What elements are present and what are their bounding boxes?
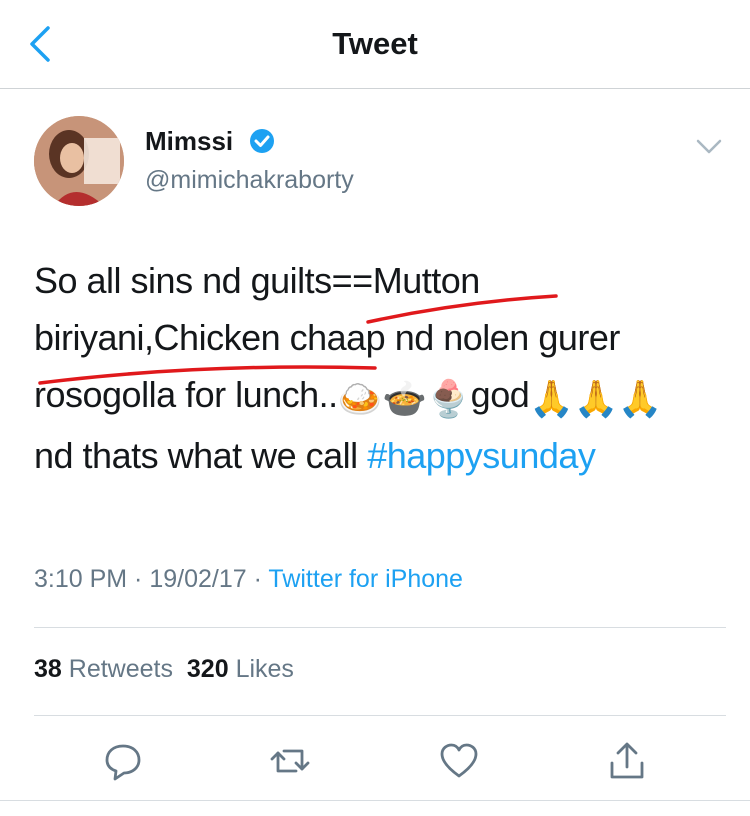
tweet-line-4: nd thats what we call #happysunday	[34, 427, 724, 484]
tweet-line-4-text: nd thats what we call	[34, 435, 368, 476]
like-heart-icon[interactable]	[439, 741, 479, 781]
retweet-count[interactable]: 38	[34, 655, 62, 683]
divider	[34, 715, 726, 716]
tweet-text: So all sins nd guilts==Mutton biriyani,C…	[34, 252, 724, 484]
tweet-time: 3:10 PM	[34, 565, 128, 593]
divider	[34, 627, 726, 628]
share-icon[interactable]	[607, 741, 647, 781]
tweet-date: 19/02/17	[149, 565, 247, 593]
tweet-stats: 38 Retweets 320 Likes	[34, 655, 294, 684]
folded-hands-emojis: 🙏🙏🙏	[529, 378, 663, 419]
hashtag-link[interactable]: #happysunday	[367, 435, 596, 476]
user-handle[interactable]: @mimichakraborty	[145, 166, 354, 195]
display-name[interactable]: Mimssi	[145, 126, 233, 157]
tweet-line-3-text: rosogolla for lunch..	[34, 374, 338, 415]
meta-separator: ·	[127, 565, 150, 593]
navigation-bar: Tweet	[0, 0, 750, 89]
verified-badge-icon	[250, 129, 274, 153]
divider	[0, 800, 750, 801]
reply-icon[interactable]	[103, 741, 143, 781]
meta-separator: ·	[246, 565, 269, 593]
avatar[interactable]	[34, 116, 124, 206]
action-bar	[0, 735, 750, 785]
tweet-line-3-after: god	[470, 374, 530, 415]
food-emojis: 🍛🍲🍨	[337, 378, 471, 419]
page-title: Tweet	[332, 26, 418, 61]
tweet-meta: 3:10 PM · 19/02/17 · Twitter for iPhone	[34, 565, 463, 594]
tweet-line-3: rosogolla for lunch..🍛🍲🍨god🙏🙏🙏	[34, 366, 724, 427]
retweets-label[interactable]: Retweets	[69, 655, 173, 683]
likes-label[interactable]: Likes	[236, 655, 294, 683]
tweet-line-1: So all sins nd guilts==Mutton	[34, 260, 480, 301]
like-count[interactable]: 320	[187, 655, 229, 683]
retweet-icon[interactable]	[270, 741, 310, 781]
chevron-down-icon[interactable]	[696, 138, 722, 156]
tweet-source-link[interactable]: Twitter for iPhone	[268, 565, 463, 593]
tweet-line-2: biriyani,Chicken chaap nd nolen gurer	[34, 317, 620, 358]
